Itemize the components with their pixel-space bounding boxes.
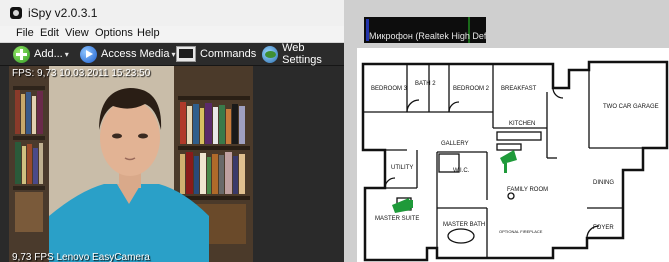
- toolbar: Add... ▾ Access Media ▾ Commands Web Set…: [0, 42, 344, 66]
- commands-label: Commands: [200, 48, 257, 60]
- ispy-window: iSpy v2.0.3.1 File Edit View Options Hel…: [0, 0, 344, 262]
- add-label: Add...: [34, 48, 63, 60]
- access-media-label: Access Media: [101, 48, 170, 60]
- access-media-button[interactable]: Access Media ▾: [80, 45, 176, 63]
- camera-markers: [392, 150, 517, 213]
- window-title: iSpy v2.0.3.1: [28, 6, 98, 20]
- room-breakfast: BREAKFAST: [501, 86, 537, 92]
- room-family: FAMILY ROOM: [507, 187, 549, 193]
- room-bedroom-3: BEDROOM 3: [371, 86, 408, 92]
- room-wic: W.I.C.: [453, 168, 470, 174]
- add-icon: [13, 45, 30, 63]
- camera-overlay-bottom: 9,73 FPS Lenovo EasyCamera: [12, 252, 150, 262]
- room-master-bath: MASTER BATH: [443, 222, 486, 228]
- camera-image: [9, 66, 253, 262]
- room-fireplace: OPTIONAL FIREPLACE: [499, 229, 543, 234]
- room-gallery: GALLERY: [441, 141, 469, 147]
- chevron-down-icon: ▾: [171, 49, 176, 59]
- title-bar: iSpy v2.0.3.1: [0, 0, 344, 27]
- menu-edit[interactable]: Edit: [40, 27, 59, 39]
- menu-file[interactable]: File: [16, 27, 34, 39]
- room-bath-2: BATH 2: [415, 81, 436, 87]
- web-settings-label: Web Settings: [282, 42, 322, 66]
- menu-bar: File Edit View Options Help: [0, 26, 344, 43]
- microphone-monitor[interactable]: Микрофон (Realtek High Defini: [364, 17, 486, 43]
- globe-icon: [262, 45, 279, 63]
- camera-feed[interactable]: FPS: 9,73 10.03.2011 15:23:50 9,73 FPS L…: [9, 66, 253, 262]
- menu-view[interactable]: View: [65, 27, 89, 39]
- right-pane: Микрофон (Realtek High Defini BEDROOM 3 …: [344, 0, 669, 262]
- room-foyer: FOYER: [593, 225, 614, 231]
- web-settings-button[interactable]: Web Settings: [262, 42, 344, 66]
- commands-button[interactable]: Commands: [176, 45, 256, 63]
- room-bedroom-2: BEDROOM 2: [453, 86, 490, 92]
- chevron-down-icon: ▾: [64, 49, 69, 59]
- room-dining: DINING: [593, 180, 614, 186]
- terminal-icon: [176, 46, 196, 62]
- menu-help[interactable]: Help: [137, 27, 160, 39]
- play-icon: [80, 45, 97, 63]
- room-master-suite: MASTER SUITE: [375, 216, 420, 222]
- add-button[interactable]: Add... ▾: [13, 45, 69, 63]
- app-icon: [10, 7, 22, 19]
- camera-overlay-top: FPS: 9,73 10.03.2011 15:23:50: [12, 68, 151, 79]
- room-utility: UTILITY: [391, 165, 414, 171]
- microphone-label: Микрофон (Realtek High Defini: [369, 31, 486, 41]
- room-garage: TWO CAR GARAGE: [603, 104, 659, 110]
- room-kitchen: KITCHEN: [509, 121, 536, 127]
- menu-options[interactable]: Options: [95, 27, 133, 39]
- floor-plan[interactable]: BEDROOM 3 BATH 2 BEDROOM 2 BREAKFAST TWO…: [357, 48, 669, 262]
